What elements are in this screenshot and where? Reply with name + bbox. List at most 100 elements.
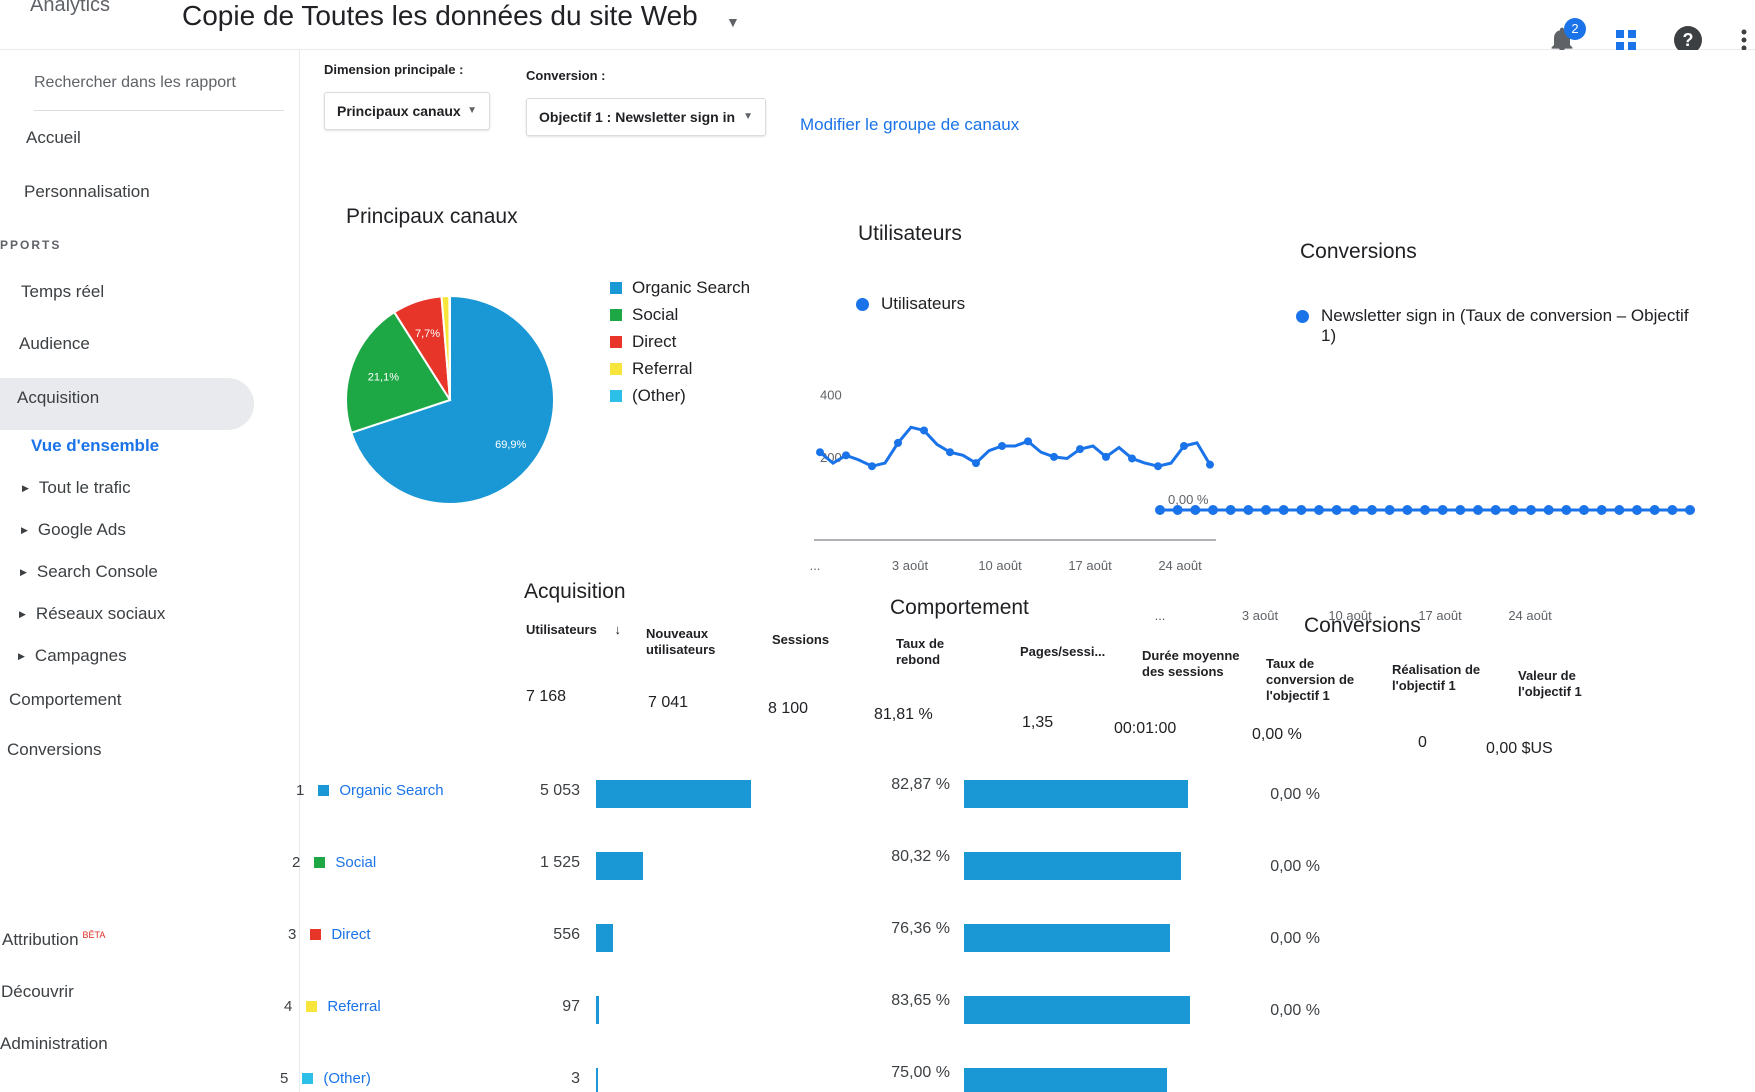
data-point[interactable]	[1526, 505, 1536, 515]
nav-overview[interactable]: Vue d'ensemble	[31, 436, 159, 456]
cell-conv-rate: 0,00 %	[1270, 858, 1320, 875]
table-row-1[interactable]: 1 Organic Search	[296, 782, 444, 799]
nav-audience[interactable]: Audience	[19, 334, 90, 354]
nav-home[interactable]: Accueil	[26, 128, 81, 148]
nav-customization[interactable]: Personnalisation	[24, 182, 150, 202]
data-point[interactable]	[1172, 505, 1183, 515]
data-point[interactable]	[1102, 452, 1110, 461]
col-pages-session[interactable]: Pages/sessi...	[1020, 644, 1120, 660]
data-point[interactable]	[1473, 505, 1483, 515]
caret-down-icon[interactable]: ▼	[726, 14, 740, 30]
conversion-dropdown[interactable]: Objectif 1 : Newsletter sign in ▼	[526, 98, 766, 136]
data-point[interactable]	[946, 448, 954, 457]
data-point[interactable]	[1155, 505, 1165, 515]
channel-link[interactable]: Direct	[331, 926, 370, 943]
col-avg-duration[interactable]: Durée moyenne des sessions	[1142, 648, 1242, 680]
nav-acquisition[interactable]: Acquisition	[17, 388, 99, 408]
nav-google-ads[interactable]: ▶ Google Ads	[21, 520, 126, 540]
data-point[interactable]	[1455, 505, 1466, 515]
pie-slice-other[interactable]	[448, 294, 451, 401]
data-point[interactable]	[998, 442, 1006, 450]
col-value[interactable]: Valeur de l'objectif 1	[1518, 668, 1628, 700]
data-point[interactable]	[1420, 505, 1430, 515]
col-completions[interactable]: Réalisation de l'objectif 1	[1392, 662, 1502, 694]
channel-link[interactable]: (Other)	[323, 1070, 371, 1087]
data-point[interactable]	[1050, 452, 1058, 461]
channel-link[interactable]: Organic Search	[339, 782, 443, 799]
channel-link[interactable]: Referral	[327, 998, 380, 1015]
primary-dimension-dropdown[interactable]: Principaux canaux ▼	[324, 92, 490, 130]
data-point[interactable]	[1649, 505, 1660, 515]
data-point[interactable]	[1331, 505, 1342, 515]
pie-slice-label: 69,9%	[495, 439, 526, 451]
nav-behavior[interactable]: Comportement	[9, 690, 121, 710]
col-conv-rate[interactable]: Taux de conversion de l'objectif 1	[1266, 656, 1376, 704]
nav-attribution[interactable]: Attribution BÊTA	[2, 930, 105, 950]
data-point[interactable]	[1490, 505, 1501, 515]
data-point[interactable]	[1579, 505, 1589, 515]
data-point[interactable]	[1208, 505, 1218, 515]
nav-attribution-label: Attribution	[2, 930, 79, 949]
data-point[interactable]	[972, 459, 980, 468]
nav-conversions[interactable]: Conversions	[7, 740, 102, 760]
data-point[interactable]	[1243, 505, 1254, 515]
table-row-4[interactable]: 4 Referral	[284, 998, 381, 1015]
total-conv-rate: 0,00 %	[1252, 726, 1302, 743]
data-point[interactable]	[842, 451, 850, 460]
data-point[interactable]	[868, 462, 876, 471]
legend-label: Organic Search	[632, 277, 751, 297]
property-title[interactable]: Copie de Toutes les données du site Web	[182, 0, 698, 32]
nav-discover[interactable]: Découvrir	[1, 982, 74, 1002]
row-swatch	[310, 929, 322, 940]
data-point[interactable]	[1128, 454, 1136, 463]
data-point[interactable]	[1632, 505, 1642, 515]
col-new-users[interactable]: Nouveaux utilisateurs	[646, 626, 756, 658]
data-point[interactable]	[1314, 505, 1324, 515]
legend-item: (Other)	[610, 382, 750, 409]
data-point[interactable]	[1024, 437, 1032, 446]
nav-all-traffic[interactable]: ▶ Tout le trafic	[22, 478, 131, 498]
data-point[interactable]	[1225, 505, 1236, 515]
triangle-right-icon: ▶	[21, 525, 28, 536]
data-point[interactable]	[1190, 505, 1201, 515]
data-point[interactable]	[816, 448, 824, 457]
beta-badge: BÊTA	[82, 930, 106, 940]
data-point[interactable]	[1561, 505, 1572, 515]
modify-channel-group-link[interactable]: Modifier le groupe de canaux	[800, 115, 1019, 135]
data-point[interactable]	[1076, 445, 1084, 454]
data-point[interactable]	[920, 426, 928, 435]
data-point[interactable]	[894, 438, 902, 447]
data-point[interactable]	[1596, 505, 1607, 515]
data-point[interactable]	[1685, 505, 1695, 515]
data-point[interactable]	[1261, 505, 1271, 515]
nav-all-traffic-label: Tout le trafic	[38, 478, 131, 497]
data-point[interactable]	[1349, 505, 1360, 515]
data-point[interactable]	[1402, 505, 1413, 515]
col-bounce-rate[interactable]: Taux de rebond	[896, 636, 976, 668]
table-row-5[interactable]: 5 (Other)	[280, 1070, 371, 1087]
data-point[interactable]	[1437, 505, 1448, 515]
nav-search-console[interactable]: ▶ Search Console	[20, 562, 158, 582]
col-sessions[interactable]: Sessions	[772, 632, 852, 648]
data-point[interactable]	[1278, 505, 1289, 515]
data-point[interactable]	[1667, 505, 1678, 515]
pie-legend: Organic Search Social Direct Referral (Other…	[610, 274, 750, 409]
sidebar-search-input[interactable]: Rechercher dans les rapport	[34, 74, 284, 111]
triangle-right-icon: ▶	[22, 483, 29, 494]
primary-dimension-value: Principaux canaux	[337, 103, 461, 119]
row-number: 2	[292, 854, 301, 871]
table-row-2[interactable]: 2 Social	[292, 854, 376, 871]
data-point[interactable]	[1543, 505, 1554, 515]
nav-social[interactable]: ▶ Réseaux sociaux	[19, 604, 165, 624]
nav-campaigns[interactable]: ▶ Campagnes	[18, 646, 127, 666]
channel-link[interactable]: Social	[335, 854, 376, 871]
data-point[interactable]	[1508, 505, 1519, 515]
nav-realtime[interactable]: Temps réel	[21, 282, 104, 302]
data-point[interactable]	[1367, 505, 1377, 515]
table-row-3[interactable]: 3 Direct	[288, 926, 371, 943]
data-point[interactable]	[1384, 505, 1395, 515]
data-point[interactable]	[1296, 505, 1307, 515]
nav-admin[interactable]: Administration	[0, 1034, 108, 1054]
data-point[interactable]	[1614, 505, 1625, 515]
col-users[interactable]: Utilisateurs ↓	[526, 622, 626, 638]
